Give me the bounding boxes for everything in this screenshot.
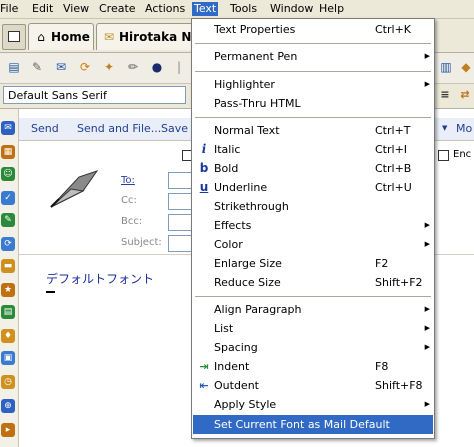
to-label[interactable]: To: (121, 175, 135, 186)
encrypt-checkbox[interactable] (438, 150, 449, 161)
menu-actions[interactable]: Actions (143, 2, 187, 16)
menu-view[interactable]: View (61, 2, 91, 16)
sidebar-contacts-icon[interactable]: ☺ (1, 167, 15, 181)
toolbar-extra-icon[interactable]: ▥ (438, 59, 454, 75)
refresh-icon[interactable]: ⟳ (77, 59, 93, 75)
menu-item-align-paragraph[interactable]: Align Paragraph ▶ (193, 300, 433, 319)
text-menu-dropdown: Text Properties Ctrl+K Permanent Pen ▶ Hig… (191, 18, 435, 439)
sidebar-history-icon[interactable]: ◷ (1, 375, 15, 389)
sidebar-bookmark-icon[interactable]: ★ (1, 283, 15, 297)
menu-item-normal-text[interactable]: Normal Text Ctrl+T (193, 121, 433, 140)
sidebar-todo-icon[interactable]: ✓ (1, 191, 15, 205)
body-text: デフォルトフォント (46, 272, 155, 286)
subject-label: Subject: (121, 237, 162, 248)
more-button[interactable]: Mo (456, 122, 472, 135)
home-icon: ⌂ (37, 30, 45, 44)
menu-separator (195, 71, 431, 72)
bcc-label: Bcc: (121, 216, 143, 227)
sidebar-more-icon[interactable]: ▸ (1, 423, 15, 437)
pen-logo-icon (49, 169, 99, 209)
submenu-arrow-icon: ▶ (424, 221, 430, 229)
menu-separator (195, 117, 431, 118)
save-button[interactable]: Save (161, 122, 188, 135)
sidebar-replicator-icon[interactable]: ⟳ (1, 237, 15, 251)
edit-icon[interactable]: ✎ (29, 59, 45, 75)
direction-icon[interactable]: ⇄ (457, 87, 473, 103)
separator-icon: | (176, 60, 182, 74)
menu-item-pass-thru-html[interactable]: Pass-Thru HTML (193, 94, 433, 113)
pencil-icon[interactable]: ✏ (125, 59, 141, 75)
font-select[interactable]: Default Sans Serif (3, 86, 186, 104)
menu-item-apply-style[interactable]: Apply Style ▶ (193, 395, 433, 414)
menu-item-effects[interactable]: Effects ▶ (193, 216, 433, 235)
menu-create[interactable]: Create (97, 2, 138, 16)
menu-item-set-current-font-default[interactable]: Set Current Font as Mail Default (193, 415, 433, 434)
italic-icon: i (201, 142, 207, 156)
bold-icon: b (199, 161, 209, 175)
address-icon[interactable]: ▤ (6, 59, 22, 75)
menu-separator (195, 43, 431, 44)
sidebar-web-icon[interactable]: ⊕ (1, 399, 15, 413)
menu-help[interactable]: Help (317, 2, 346, 16)
tab-compose-label: Hirotaka Na (119, 30, 194, 44)
windows-icon (8, 31, 20, 42)
submenu-arrow-icon: ▶ (424, 324, 430, 332)
menu-item-color[interactable]: Color ▶ (193, 235, 433, 254)
menu-item-list[interactable]: List ▶ (193, 319, 433, 338)
submenu-arrow-icon: ▶ (424, 80, 430, 88)
chevron-down-icon[interactable]: ▼ (442, 124, 447, 132)
submenu-arrow-icon: ▶ (424, 52, 430, 60)
menu-tools[interactable]: Tools (228, 2, 259, 16)
indent-icon: ⇥ (199, 360, 209, 373)
sidebar-folder-icon[interactable]: ▬ (1, 259, 15, 273)
submenu-arrow-icon: ▶ (424, 305, 430, 313)
menu-bar: File Edit View Create Actions Text Tools… (0, 0, 474, 19)
menu-item-indent[interactable]: ⇥ Indent F8 (193, 357, 433, 376)
menu-separator (195, 296, 431, 297)
tab-home[interactable]: ⌂ Home (28, 23, 94, 50)
sidebar-notebook-icon[interactable]: ✎ (1, 213, 15, 227)
window-list-button[interactable] (2, 24, 26, 50)
menu-item-outdent[interactable]: ⇤ Outdent Shift+F8 (193, 376, 433, 395)
submenu-arrow-icon: ▶ (424, 343, 430, 351)
cc-label: Cc: (121, 195, 137, 206)
menu-item-strikethrough[interactable]: Strikethrough (193, 197, 433, 216)
sidebar-calendar-icon[interactable]: ▦ (1, 145, 15, 159)
menu-item-italic[interactable]: i Italic Ctrl+I (193, 140, 433, 159)
menu-item-bold[interactable]: b Bold Ctrl+B (193, 159, 433, 178)
menu-window[interactable]: Window (268, 2, 315, 16)
attach-icon[interactable]: ✦ (101, 59, 117, 75)
mail-icon[interactable]: ✉ (53, 59, 69, 75)
menu-item-reduce-size[interactable]: Reduce Size Shift+F2 (193, 273, 433, 292)
left-sidebar: ✉ ▦ ☺ ✓ ✎ ⟳ ▬ ★ ▤ ♦ ▣ ◷ ⊕ ▸ (0, 109, 19, 447)
menu-item-spacing[interactable]: Spacing ▶ (193, 338, 433, 357)
menu-edit[interactable]: Edit (30, 2, 55, 16)
sidebar-workspace-icon[interactable]: ▣ (1, 351, 15, 365)
text-cursor (46, 291, 55, 293)
memo-icon: ✉ (103, 30, 115, 44)
underline-icon: u (199, 180, 209, 194)
menu-item-highlighter[interactable]: Highlighter ▶ (193, 75, 433, 94)
menu-text[interactable]: Text (192, 2, 219, 16)
menu-item-enlarge-size[interactable]: Enlarge Size F2 (193, 254, 433, 273)
submenu-arrow-icon: ▶ (424, 400, 430, 408)
sidebar-db-icon[interactable]: ▤ (1, 305, 15, 319)
menu-item-underline[interactable]: u Underline Ctrl+U (193, 178, 433, 197)
outdent-icon: ⇤ (199, 379, 209, 392)
submenu-arrow-icon: ▶ (424, 240, 430, 248)
menu-item-text-properties[interactable]: Text Properties Ctrl+K (193, 20, 433, 39)
tab-compose[interactable]: ✉ Hirotaka Na (96, 23, 194, 50)
menu-item-permanent-pen[interactable]: Permanent Pen ▶ (193, 47, 433, 66)
toolbar-extra2-icon[interactable]: ◆ (458, 59, 474, 75)
tab-home-label: Home (51, 30, 90, 44)
send-button[interactable]: Send (31, 122, 59, 135)
globe-icon[interactable]: ● (149, 59, 165, 75)
sidebar-mail-icon[interactable]: ✉ (1, 121, 15, 135)
send-and-file-button[interactable]: Send and File... (77, 122, 161, 135)
sidebar-favorites-icon[interactable]: ♦ (1, 329, 15, 343)
menu-file[interactable]: File (0, 2, 20, 16)
align-left-icon[interactable]: ≡ (437, 87, 453, 103)
encrypt-label: Enc (453, 149, 472, 160)
